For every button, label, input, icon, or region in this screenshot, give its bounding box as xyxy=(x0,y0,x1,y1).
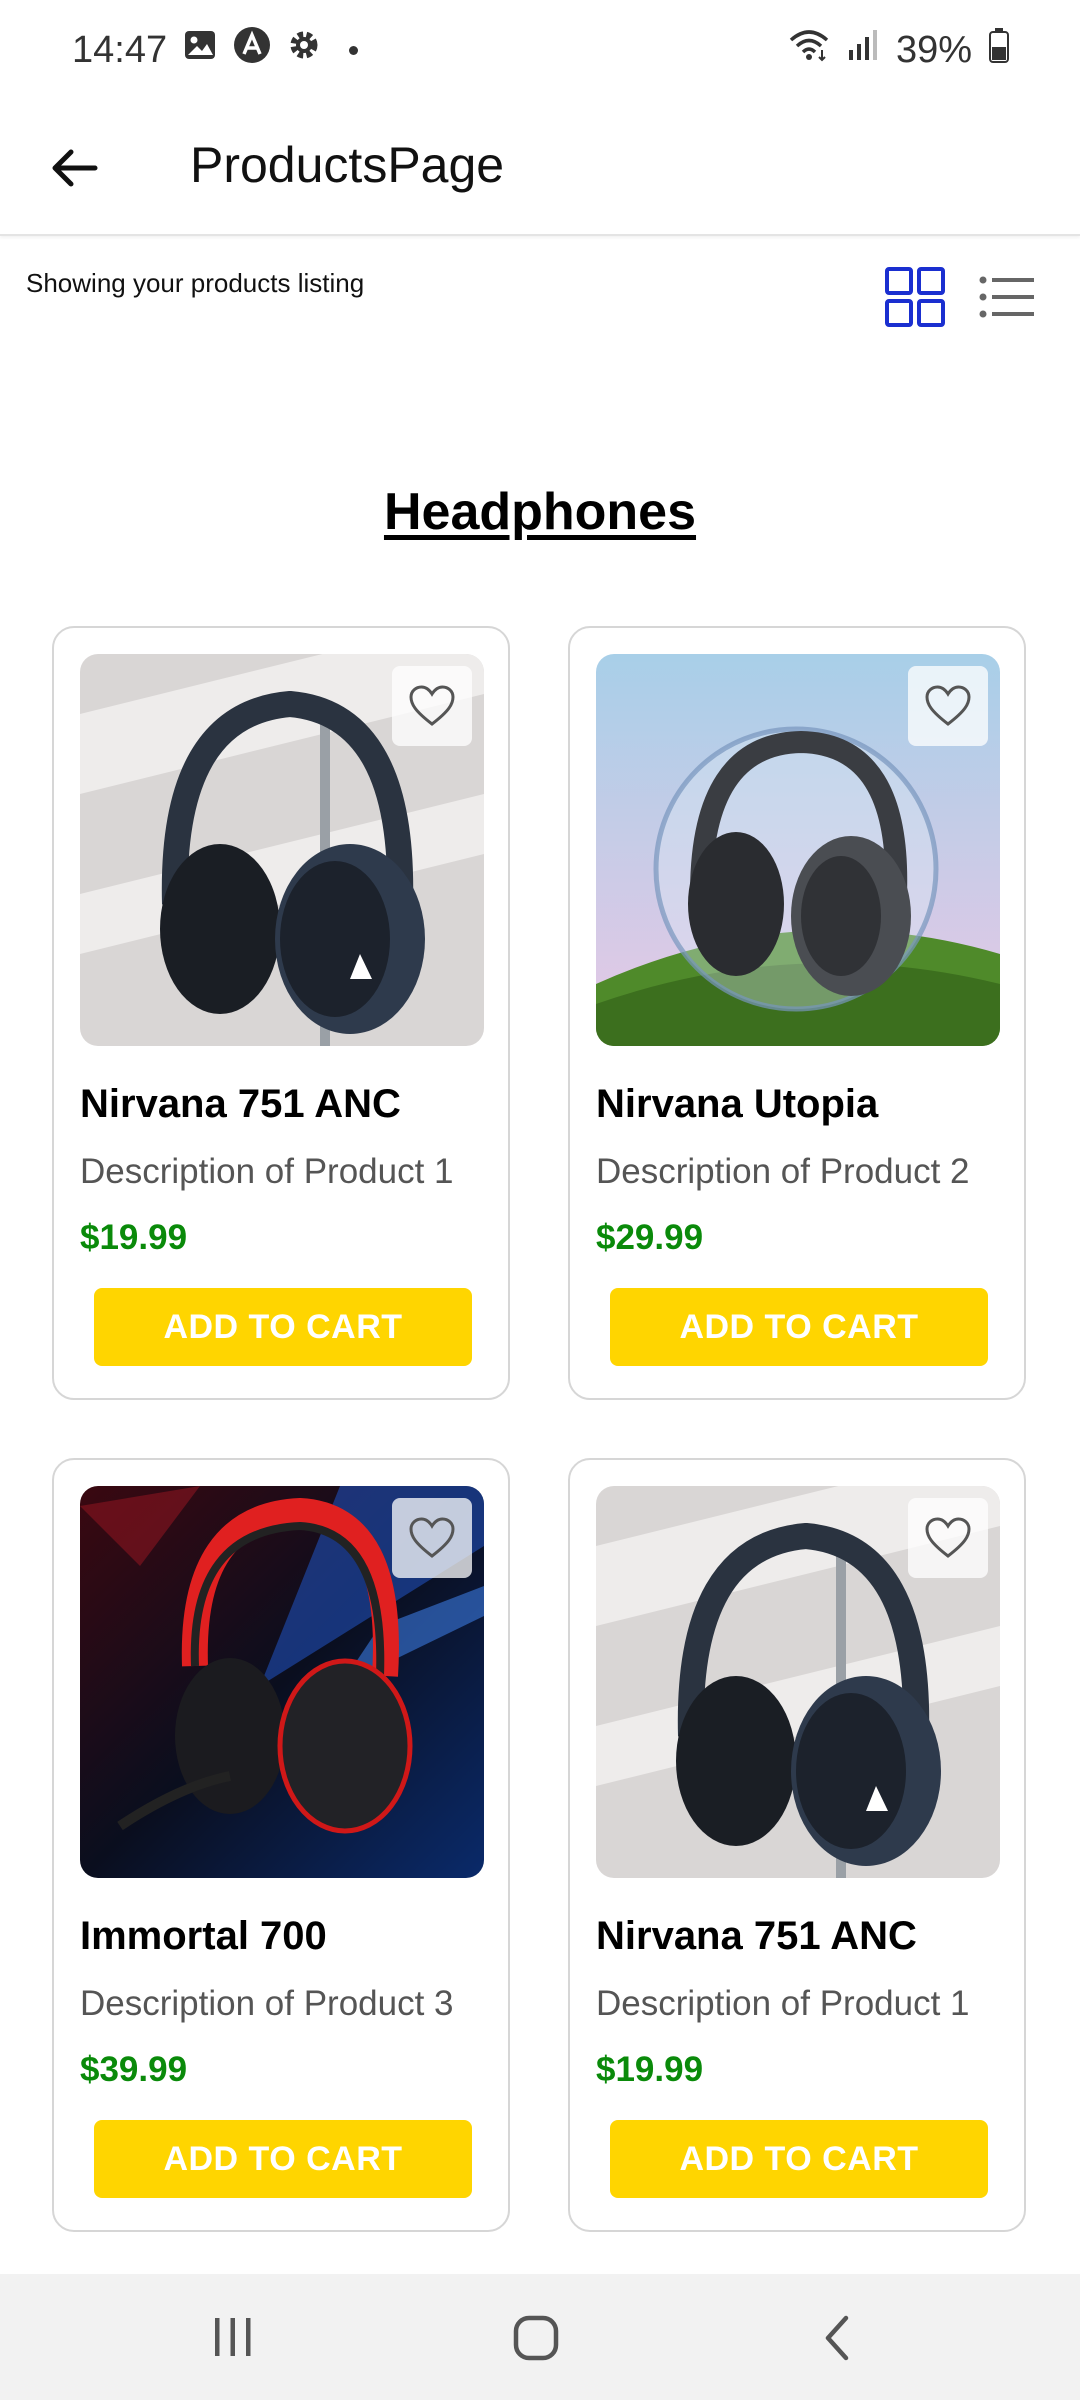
product-name: Nirvana 751 ANC xyxy=(80,1082,401,1126)
product-card[interactable]: Nirvana 751 ANC Description of Product 1… xyxy=(52,626,510,1400)
recents-icon xyxy=(215,2318,251,2356)
product-price: $19.99 xyxy=(80,1218,188,1257)
favorite-button[interactable] xyxy=(392,1498,472,1578)
arrow-left-icon xyxy=(52,149,98,187)
product-name: Nirvana 751 ANC xyxy=(596,1914,917,1958)
product-image[interactable] xyxy=(80,654,484,1046)
signal-icon xyxy=(846,28,880,72)
grid-view-icon xyxy=(885,267,945,327)
heart-icon xyxy=(925,685,971,726)
a-icon xyxy=(233,26,271,74)
list-view-button[interactable] xyxy=(978,270,1036,324)
add-to-cart-button[interactable]: ADD TO CART xyxy=(610,1288,988,1366)
back-button[interactable] xyxy=(42,136,106,200)
system-nav-bar xyxy=(0,2274,1080,2400)
product-card[interactable]: Nirvana Utopia Description of Product 2 … xyxy=(568,626,1026,1400)
heart-icon xyxy=(409,685,455,726)
product-price: $29.99 xyxy=(596,1218,704,1257)
product-card[interactable]: Nirvana 751 ANC Description of Product 1… xyxy=(568,1458,1026,2232)
battery-text: 39% xyxy=(895,28,972,71)
product-image[interactable] xyxy=(596,1486,1000,1878)
product-description: Description of Product 2 xyxy=(596,1152,970,1191)
product-description: Description of Product 1 xyxy=(80,1152,454,1191)
status-bar: 14:47 39% xyxy=(0,0,1080,100)
product-price: $39.99 xyxy=(80,2050,188,2089)
product-card[interactable]: Immortal 700 Description of Product 3 $3… xyxy=(52,1458,510,2232)
product-description: Description of Product 3 xyxy=(80,1984,454,2023)
heart-icon xyxy=(925,1517,971,1558)
notification-dot xyxy=(349,45,359,55)
home-icon xyxy=(513,2315,559,2361)
listing-label: Showing your products listing xyxy=(26,268,365,298)
wifi-icon xyxy=(788,28,830,72)
product-image[interactable] xyxy=(596,654,1000,1046)
section-title: Headphones xyxy=(383,483,697,541)
nav-back-button[interactable] xyxy=(818,2314,858,2362)
add-to-cart-button[interactable]: ADD TO CART xyxy=(94,1288,472,1366)
page-title: ProductsPage xyxy=(190,137,505,193)
heart-icon xyxy=(409,1517,455,1558)
gallery-icon xyxy=(183,28,217,72)
favorite-button[interactable] xyxy=(908,1498,988,1578)
gear-icon xyxy=(287,28,321,72)
recents-button[interactable] xyxy=(208,2316,258,2358)
grid-view-button[interactable] xyxy=(884,266,946,328)
add-to-cart-button[interactable]: ADD TO CART xyxy=(94,2120,472,2198)
status-time: 14:47 xyxy=(72,28,168,71)
app-bar: ProductsPage xyxy=(0,100,1080,236)
favorite-button[interactable] xyxy=(392,666,472,746)
favorite-button[interactable] xyxy=(908,666,988,746)
product-name: Nirvana Utopia xyxy=(596,1082,879,1126)
home-button[interactable] xyxy=(512,2314,560,2362)
add-to-cart-button[interactable]: ADD TO CART xyxy=(610,2120,988,2198)
list-view-icon xyxy=(979,276,1034,318)
back-icon xyxy=(825,2315,849,2361)
product-description: Description of Product 1 xyxy=(596,1984,970,2023)
status-left: 14:47 xyxy=(72,26,359,74)
product-name: Immortal 700 xyxy=(80,1914,327,1958)
product-image[interactable] xyxy=(80,1486,484,1878)
status-right: 39% xyxy=(788,27,1010,73)
product-price: $19.99 xyxy=(596,2050,704,2089)
battery-icon xyxy=(988,27,1010,73)
